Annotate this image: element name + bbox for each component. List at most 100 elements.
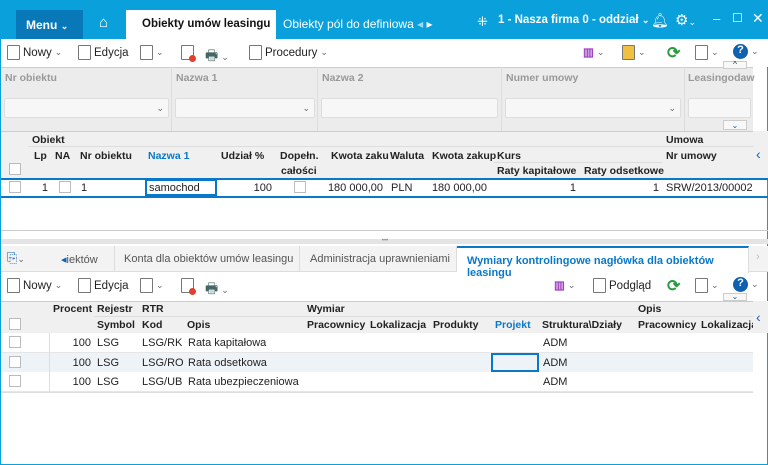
tab-obiektow[interactable]: ◂iektów: [57, 246, 115, 272]
new-button-2[interactable]: Nowy ⌄: [7, 278, 62, 293]
column-symbol[interactable]: Symbol: [97, 319, 135, 331]
menu-label: Menu: [26, 18, 58, 32]
column-produkty[interactable]: Produkty: [433, 319, 479, 331]
dopelnienie-checkbox[interactable]: [294, 181, 306, 193]
cell-raty-kapitalowe: 1: [569, 182, 576, 194]
bell-icon[interactable]: 🔔︎: [651, 12, 669, 29]
splitter[interactable]: •••: [1, 238, 768, 244]
row-checkbox[interactable]: [9, 181, 21, 193]
column-udzial[interactable]: Udział %: [221, 150, 264, 162]
edit-icon: [78, 45, 91, 60]
cell-raty-odsetkowe: 1: [652, 182, 659, 194]
column-raty-kapitalowe[interactable]: Raty kapitałowe: [497, 165, 576, 177]
filter-label-nr-obiektu: Nr obiektu: [5, 72, 57, 84]
column-kod[interactable]: Kod: [142, 319, 162, 331]
print-button[interactable]: 🖶 ⌄: [205, 45, 229, 69]
cell-nazwa1-input[interactable]: samochod: [145, 179, 217, 196]
home-icon[interactable]: ⌂: [99, 14, 108, 31]
bar-chart-icon: ▥: [554, 280, 565, 292]
column-kwota-zakupu-2[interactable]: Kwota zakup: [432, 150, 496, 162]
horizontal-scrollbar[interactable]: [1, 230, 768, 231]
collapse-filter-button[interactable]: ^: [723, 61, 747, 69]
na-checkbox[interactable]: [59, 181, 71, 193]
column-waluta[interactable]: Waluta: [390, 150, 424, 162]
help-button[interactable]: ? ⌄: [733, 44, 759, 59]
search-button-2[interactable]: ⌄: [140, 278, 164, 293]
procedures-label: Procedury: [265, 46, 318, 59]
column-opis[interactable]: Opis: [187, 319, 210, 331]
group-rtr: RTR: [142, 303, 164, 315]
column-opis-pracownicy[interactable]: Pracownicy: [638, 319, 696, 331]
maximize-button[interactable]: ☐: [732, 11, 743, 25]
row-checkbox[interactable]: [9, 375, 21, 388]
help-icon: ?: [733, 277, 748, 292]
column-lp[interactable]: Lp: [34, 150, 47, 162]
cell-nr-umowy: SRW/2013/00002: [666, 182, 753, 194]
column-lokalizacja[interactable]: Lokalizacja: [370, 319, 426, 331]
expand-filter-button[interactable]: ⌄: [723, 120, 747, 130]
column-kwota-zakupu[interactable]: Kwota zaku: [331, 150, 389, 162]
tab-konta[interactable]: Konta dla obiektów umów leasingu: [115, 246, 300, 272]
help-button-2[interactable]: ? ⌄: [733, 277, 759, 292]
column-na[interactable]: NA: [55, 150, 70, 162]
divider: [501, 67, 502, 131]
scroll-left-button-2[interactable]: ‹: [753, 301, 768, 333]
apps-grid-icon[interactable]: ⁜: [477, 14, 488, 30]
refresh-icon[interactable]: ⟳: [667, 276, 680, 296]
column-nr-umowy[interactable]: Nr umowy: [666, 150, 717, 162]
tab-label: Konta dla obiektów umów leasingu: [124, 253, 294, 265]
column-dopelnienie[interactable]: Dopełn.: [280, 150, 319, 162]
expand-filter-button-2[interactable]: ⌄: [723, 293, 747, 301]
procedures-button[interactable]: Procedury ⌄: [249, 45, 328, 60]
chart-button[interactable]: ▥ ⌄: [583, 45, 604, 60]
tab-administracja[interactable]: Administracja uprawnieniami: [300, 246, 457, 272]
filter-numer-umowy-select[interactable]: ⌄: [505, 98, 681, 118]
company-selector[interactable]: 1 - Nasza firma 0 - oddział ⌄: [498, 14, 649, 26]
column-dopelnienie-2: całości: [281, 165, 317, 177]
cell-procent: 100: [72, 356, 91, 369]
column-nr-obiektu[interactable]: Nr obiektu: [80, 150, 132, 162]
select-all-checkbox-2[interactable]: [9, 318, 21, 330]
tab-obiekty-pol[interactable]: Obiekty pól do definiowa ◂ ▸: [283, 17, 432, 31]
tab-obiekty-umow[interactable]: Obiekty umów leasingu: [126, 10, 276, 39]
minimize-button[interactable]: –: [713, 11, 720, 26]
divider: [49, 333, 50, 393]
column-nazwa1[interactable]: Nazwa 1: [148, 150, 189, 162]
column-opis-lokalizacja[interactable]: Lokalizacja: [701, 319, 753, 331]
tab-scroll-right[interactable]: ›: [756, 251, 760, 263]
row-checkbox[interactable]: [9, 355, 21, 368]
projekt-cell-input[interactable]: [491, 353, 539, 372]
filter-nazwa1-select[interactable]: ⌄: [175, 98, 315, 118]
new-document-icon: [7, 278, 20, 293]
column-struktura[interactable]: Struktura\Działy: [542, 319, 622, 331]
print-button-2[interactable]: 🖶 ⌄: [205, 278, 229, 302]
layout-button-2[interactable]: ⌄: [695, 278, 719, 293]
tab-wymiary[interactable]: Wymiary kontrolingowe nagłówka dla obiek…: [457, 246, 749, 279]
filter-nazwa2-input[interactable]: [321, 98, 498, 118]
delete-button-2[interactable]: [181, 278, 196, 295]
cell-struktura: ADM: [543, 356, 568, 369]
column-raty-odsetkowe[interactable]: Raty odsetkowe: [584, 165, 664, 177]
delete-button[interactable]: [181, 45, 196, 62]
filter-view-icon[interactable]: ⎘⌄: [7, 250, 25, 266]
edit-button[interactable]: Edycja: [78, 45, 129, 60]
search-button[interactable]: ⌄: [140, 45, 164, 60]
refresh-icon[interactable]: ⟳: [667, 43, 680, 63]
layout-button[interactable]: ⌄: [695, 45, 719, 60]
close-button[interactable]: ✕: [752, 10, 764, 27]
chart-button-2[interactable]: ▥ ⌄: [554, 278, 575, 293]
menu-button[interactable]: Menu ⌄: [16, 10, 83, 39]
select-all-checkbox[interactable]: [9, 163, 21, 175]
row-checkbox[interactable]: [9, 336, 21, 348]
column-procent[interactable]: Procent: [53, 303, 92, 315]
edit-button-2[interactable]: Edycja: [78, 278, 129, 293]
filter-leasingodawca-input[interactable]: [688, 98, 751, 118]
filter-nr-obiektu-select[interactable]: ⌄: [4, 98, 169, 118]
gear-icon[interactable]: ⚙⌄: [675, 11, 696, 29]
new-button[interactable]: Nowy ⌄: [7, 45, 62, 60]
column-pracownicy[interactable]: Pracownicy: [307, 319, 365, 331]
config-button[interactable]: ⌄: [622, 45, 646, 60]
preview-button[interactable]: Podgląd: [593, 278, 651, 293]
column-projekt[interactable]: Projekt: [495, 319, 531, 331]
scroll-left-button[interactable]: ‹: [753, 131, 768, 178]
